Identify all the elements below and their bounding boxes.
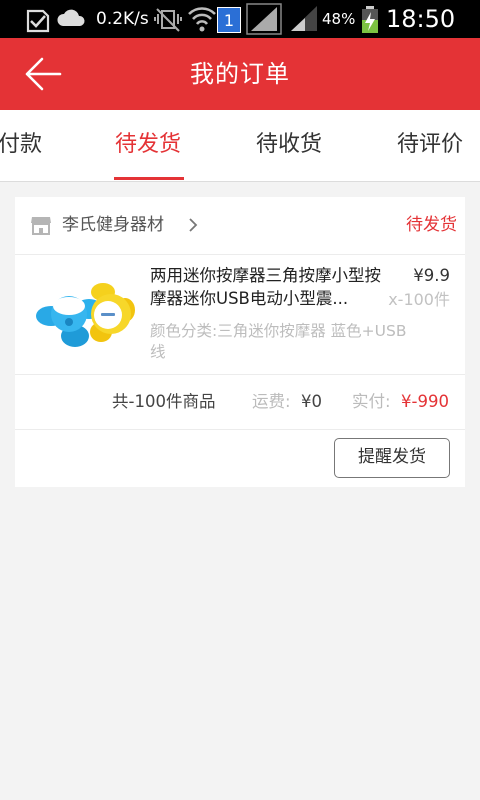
item-count: 共-100件商品	[112, 392, 216, 411]
tab-pending-receipt[interactable]: 待收货	[256, 110, 322, 181]
product-image	[36, 283, 135, 347]
back-arrow-icon[interactable]	[22, 55, 64, 93]
product-name[interactable]: 两用迷你按摩器三角按摩小型按摩器迷你USB电动小型震...	[150, 264, 385, 310]
shop-row[interactable]: 李氏健身器材 待发货	[15, 197, 465, 255]
sim-slot-number: 1	[223, 10, 235, 30]
page-title: 我的订单	[190, 60, 290, 88]
shipping-value: ¥0	[301, 392, 322, 411]
active-tab-indicator	[114, 177, 184, 180]
shipping-label: 运费:	[252, 392, 291, 411]
cloud-icon	[57, 9, 85, 26]
signal-icon	[246, 3, 282, 35]
product-price: ¥9.9	[413, 266, 450, 285]
network-speed: 0.2K/s	[96, 9, 149, 29]
signal-icon	[291, 6, 317, 31]
tab-pending-payment[interactable]: 付款	[0, 110, 42, 181]
shop-name[interactable]: 李氏健身器材	[62, 197, 164, 254]
order-summary: 共-100件商品 运费: ¥0 实付: ¥-990	[15, 374, 465, 430]
sim-badge-icon: 1	[217, 7, 241, 33]
paid-value: ¥-990	[401, 392, 449, 411]
order-status: 待发货	[406, 215, 457, 235]
battery-percent: 48%	[322, 10, 356, 28]
tab-pending-review[interactable]: 待评价	[397, 110, 463, 181]
wifi-icon	[188, 7, 216, 32]
chevron-right-icon[interactable]	[187, 217, 199, 233]
battery-charging-icon	[362, 6, 378, 33]
app-header: 我的订单	[0, 38, 480, 110]
tab-pending-shipment[interactable]: 待发货	[115, 110, 181, 181]
store-icon	[31, 217, 51, 235]
vibrate-off-icon	[154, 8, 182, 32]
order-card[interactable]: 李氏健身器材 待发货 两用迷你按摩器三角按摩小型按摩器迷你USB电动小型震...…	[15, 197, 465, 487]
clock: 18:50	[386, 5, 456, 33]
order-item[interactable]: 两用迷你按摩器三角按摩小型按摩器迷你USB电动小型震... ¥9.9 x-100…	[15, 254, 465, 375]
notification-check-icon	[26, 9, 50, 33]
status-bar: 0.2K/s 1 48% 18:50	[0, 0, 480, 38]
order-tabs: 付款 待发货 待收货 待评价	[0, 110, 480, 182]
paid-label: 实付:	[352, 392, 391, 411]
product-spec: 颜色分类:三角迷你按摩器 蓝色+USB线	[150, 322, 407, 361]
remind-shipment-button[interactable]: 提醒发货	[334, 438, 450, 478]
product-quantity: x-100件	[388, 290, 450, 309]
